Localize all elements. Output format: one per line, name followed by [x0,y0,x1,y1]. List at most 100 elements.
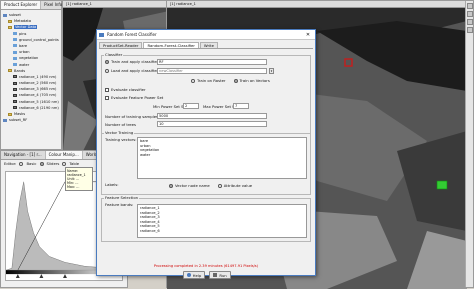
tree-node-label: radiance_5 (1610 nm) [19,99,59,104]
tree-node-label: bare [19,43,28,48]
vector-icon [13,50,17,54]
sync-views-icon[interactable] [467,27,473,33]
tab-navigation[interactable]: Navigation - [1] r... [1,151,46,159]
load-apply-row: Load and apply classifier [105,68,158,73]
folder-icon [8,19,12,23]
green-training-marker [436,180,448,190]
tree-node-label: Vector Data [14,25,38,30]
vector-icon [13,63,17,66]
band-icon [13,87,17,91]
basic-radio[interactable] [19,161,24,166]
num-trees-field[interactable]: 10 [157,121,267,127]
num-training-label: Number of training samples [105,114,159,119]
classifier-group-label: Classifier [104,52,124,57]
vector-training-group-label: Vector Training [104,130,135,135]
close-icon[interactable]: ✕ [303,31,313,39]
editor-label: Editor: [4,161,17,166]
vector-icon [13,44,17,48]
attribute-value-label: Attribute value [223,183,253,188]
training-vectors-label: Training vectors: [105,137,137,142]
dialog-title: Random Forest Classifier [107,32,157,37]
tree-node-label: subset_RF [9,118,28,123]
train-apply-row: Train and apply classifier [105,59,158,64]
train-on-raster-radio[interactable] [191,78,195,83]
evaluate-classifier-checkbox[interactable] [105,87,109,92]
sliders-radio[interactable] [39,161,44,166]
band-icon [13,93,17,97]
dialog-titlebar: Random Forest Classifier ✕ [97,30,315,40]
run-button-label: Run [219,272,227,278]
tab-productset-reader[interactable]: ProductSet-Reader [99,42,143,48]
table-radio[interactable] [62,161,67,166]
explorer-tabbar: Product Explorer Pixel Info [1,1,67,10]
list-item[interactable]: water [140,153,304,158]
num-trees-label: Number of trees [105,122,136,127]
evaluate-classifier-row: Evaluate classifier [105,87,146,92]
random-forest-dialog: Random Forest Classifier ✕ ProductSet-Re… [96,29,316,279]
load-classifier-select[interactable]: newClassifier [157,68,267,74]
product-icon [3,13,7,17]
band-icon [13,75,17,79]
tab-write[interactable]: Write [199,42,218,48]
status-message: Processing completed in 2.39 minutes (61… [153,264,259,268]
view-tools-bar [465,1,473,287]
list-item[interactable]: radiance_6 [140,229,304,234]
tree-node-label: Metadata [14,19,32,24]
feature-selection-group-label: Feature Selection [104,195,140,200]
training-vectors-list[interactable]: bare urban vegetation water [137,137,307,179]
band-icon [13,100,17,104]
train-source-row: Train on Raster Train on Vectors [191,78,270,83]
evaluate-classifier-label: Evaluate classifier [111,87,146,92]
vector-node-name-radio[interactable] [169,183,173,188]
band-info-tooltip: Name: radiance_1 Unit: ... Min: ... Max:… [65,167,93,191]
help-button[interactable]: Help [183,271,205,279]
band-icon [13,81,17,85]
zoom-all-icon[interactable] [467,19,473,25]
tree-node[interactable]: subset_RF [3,117,61,123]
run-button[interactable]: Run [209,271,231,279]
folder-icon [8,25,12,29]
zoom-in-icon[interactable] [467,3,473,9]
min-power-field[interactable]: 2 [183,103,199,109]
num-training-field[interactable]: 5000 [157,113,267,119]
tree-node-label: subset [9,13,21,17]
browse-classifier-icon[interactable]: ▾ [269,68,274,74]
tree-node-label: radiance_1 (490 nm) [19,74,57,79]
tree-node-label: Masks [14,112,26,116]
train-on-raster-label: Train on Raster [197,78,226,83]
load-apply-radio[interactable] [105,68,109,73]
attribute-value-radio[interactable] [217,183,222,188]
tab-random-forest-classifier[interactable]: Random-Forest-Classifier [143,42,199,48]
labels-options-row: Vector node name Attribute value [169,183,252,188]
tree-node-label: pins [19,31,27,36]
train-apply-label: Train and apply classifier [111,59,159,64]
band-icon [13,106,17,110]
evaluate-power-set-label: Evaluate Feature Power Set [111,95,164,100]
run-icon [213,273,218,277]
folder-icon [8,69,12,73]
basic-label: Basic [26,161,37,166]
classifier-name-field[interactable]: RF [157,59,267,65]
train-apply-radio[interactable] [105,59,109,64]
tab-colour-manipulation[interactable]: Colour Manip... [45,151,83,159]
table-label: Table [69,161,80,166]
app-icon [99,33,104,37]
product-explorer-panel: Product Explorer Pixel Info subset Metada… [0,0,67,150]
max-power-field[interactable]: 7 [233,103,249,109]
tree-node-label: radiance_6 (2190 nm) [19,105,59,110]
labels-label: Labels: [105,182,119,187]
vector-icon [13,32,17,36]
feature-bands-list[interactable]: radiance_1 radiance_2 radiance_3 radiance_4… [137,204,307,238]
evaluate-power-set-checkbox[interactable] [105,95,109,100]
zoom-out-icon[interactable] [467,11,473,17]
vector-icon [13,56,17,60]
tree-node-label: vegetation [19,56,39,61]
vector-node-name-label: Vector node name [175,183,210,188]
train-on-vectors-label: Train on Vectors [239,78,270,83]
tree-node-label: Bands [14,68,26,73]
vector-icon [13,38,17,42]
train-on-vectors-radio[interactable] [233,78,238,83]
sliders-label: Sliders [46,161,60,166]
tab-product-explorer[interactable]: Product Explorer [1,1,42,9]
tree-node-label: radiance_4 (705 nm) [19,93,57,98]
